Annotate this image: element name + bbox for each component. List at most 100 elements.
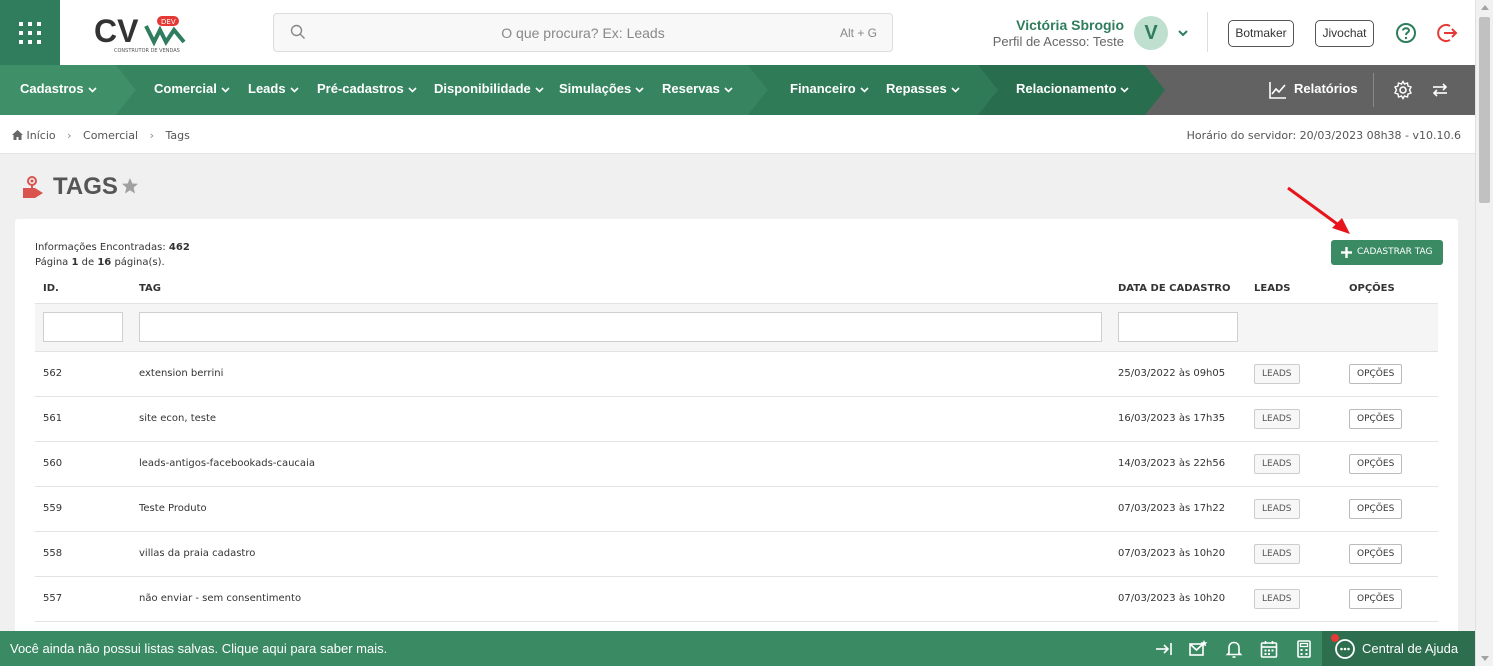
search-placeholder: O que procura? Ex: Leads <box>501 25 665 41</box>
nav-relatorios[interactable]: Relatórios <box>1294 81 1358 96</box>
results-info: Informações Encontradas: 462 Página 1 de… <box>35 242 190 268</box>
swap-icon[interactable] <box>1430 80 1450 100</box>
tags-panel: Informações Encontradas: 462 Página 1 de… <box>15 219 1458 639</box>
bell-icon[interactable] <box>1224 639 1244 659</box>
gear-icon[interactable] <box>1393 80 1413 100</box>
user-profile: Perfil de Acesso: Teste <box>992 34 1124 49</box>
notification-dot <box>1331 634 1339 642</box>
options-button[interactable]: OPÇÕES <box>1349 363 1403 384</box>
leads-button[interactable]: LEADS <box>1254 498 1300 519</box>
cell-date: 07/03/2023 às 10h20 <box>1110 576 1246 622</box>
nav-reservas[interactable]: Reservas <box>662 81 733 96</box>
breadcrumb-home[interactable]: Início <box>27 129 56 142</box>
botmaker-button[interactable]: Botmaker <box>1228 20 1294 47</box>
nav-simulacoes[interactable]: Simulações <box>559 81 644 96</box>
chevron-right-icon: › <box>67 129 72 142</box>
breadcrumb: Início › Comercial › Tags <box>12 129 190 142</box>
calculator-icon[interactable] <box>1294 639 1314 659</box>
svg-text:CV: CV <box>94 13 139 49</box>
page-scrollbar[interactable] <box>1475 0 1493 666</box>
column-header-tag[interactable]: TAG <box>131 274 1110 304</box>
cell-id: 561 <box>35 396 131 442</box>
nav-relacionamento[interactable]: Relacionamento <box>1016 81 1129 96</box>
cell-date: 07/03/2023 às 10h20 <box>1110 531 1246 577</box>
cell-id: 559 <box>35 486 131 532</box>
chevron-right-icon: › <box>149 129 154 142</box>
cell-date: 25/03/2022 às 09h05 <box>1110 351 1246 397</box>
options-button[interactable]: OPÇÕES <box>1349 498 1403 519</box>
nav-leads[interactable]: Leads <box>248 81 299 96</box>
page-title: TAGS <box>53 173 118 200</box>
global-search[interactable]: O que procura? Ex: Leads Alt + G <box>273 13 893 52</box>
user-name[interactable]: Victória Sbrogio <box>1016 17 1124 33</box>
nav-comercial[interactable]: Comercial <box>154 81 230 96</box>
nav-pre-cadastros[interactable]: Pré-cadastros <box>317 81 417 96</box>
cell-id: 557 <box>35 576 131 622</box>
cell-id: 560 <box>35 441 131 487</box>
leads-button[interactable]: LEADS <box>1254 588 1300 609</box>
mail-star-icon[interactable] <box>1188 639 1208 659</box>
cv-logo[interactable]: CV DEV CONSTRUTOR DE VENDAS <box>94 12 189 56</box>
server-time: Horário do servidor: 20/03/2023 08h38 - … <box>1186 129 1461 142</box>
nav-cadastros[interactable]: Cadastros <box>20 81 97 96</box>
chevron-down-icon[interactable] <box>1176 26 1190 40</box>
logout-icon[interactable] <box>1437 22 1459 44</box>
options-button[interactable]: OPÇÕES <box>1349 543 1403 564</box>
help-icon[interactable] <box>1395 22 1417 44</box>
table-row: 557 não enviar - sem consentimento 07/03… <box>35 576 1438 622</box>
tags-page-icon <box>23 176 43 198</box>
help-center-button[interactable]: Central de Ajuda <box>1322 631 1475 666</box>
table-row: 558 villas da praia cadastro 07/03/2023 … <box>35 531 1438 577</box>
search-shortcut: Alt + G <box>839 26 877 40</box>
add-tag-button[interactable]: CADASTRAR TAG <box>1331 240 1443 265</box>
table-header-row: ID. TAG DATA DE CADASTRO LEADS OPÇÕES <box>35 274 1438 304</box>
star-icon[interactable] <box>121 177 139 195</box>
leads-button[interactable]: LEADS <box>1254 363 1300 384</box>
bottom-bar: Você ainda não possui listas salvas. Cli… <box>0 631 1475 666</box>
arrow-to-right-icon[interactable] <box>1154 639 1174 659</box>
jivochat-button[interactable]: Jivochat <box>1315 20 1374 47</box>
cell-date: 14/03/2023 às 22h56 <box>1110 441 1246 487</box>
cell-tag: Teste Produto <box>131 486 1110 532</box>
leads-button[interactable]: LEADS <box>1254 453 1300 474</box>
table-row: 562 extension berrini 25/03/2022 às 09h0… <box>35 351 1438 397</box>
cell-date: 16/03/2023 às 17h35 <box>1110 396 1246 442</box>
breadcrumb-comercial[interactable]: Comercial <box>83 129 138 142</box>
filter-tag-input[interactable] <box>139 312 1102 342</box>
filter-row <box>35 303 1438 352</box>
leads-button[interactable]: LEADS <box>1254 408 1300 429</box>
options-button[interactable]: OPÇÕES <box>1349 588 1403 609</box>
options-button[interactable]: OPÇÕES <box>1349 453 1403 474</box>
column-header-date[interactable]: DATA DE CADASTRO <box>1110 274 1246 304</box>
svg-text:CONSTRUTOR DE VENDAS: CONSTRUTOR DE VENDAS <box>114 48 180 54</box>
breadcrumb-bar: Início › Comercial › Tags Horário do ser… <box>0 115 1475 154</box>
scroll-up-arrow[interactable] <box>1481 5 1489 10</box>
nav-disponibilidade[interactable]: Disponibilidade <box>434 81 544 96</box>
calendar-icon[interactable] <box>1259 639 1279 659</box>
column-header-options: OPÇÕES <box>1341 274 1438 304</box>
options-button[interactable]: OPÇÕES <box>1349 408 1403 429</box>
header-divider <box>1207 12 1208 52</box>
tags-table: ID. TAG DATA DE CADASTRO LEADS OPÇÕES 56… <box>35 274 1438 622</box>
filter-id-input[interactable] <box>43 312 123 342</box>
saved-lists-message[interactable]: Você ainda não possui listas salvas. Cli… <box>10 641 387 656</box>
breadcrumb-tags: Tags <box>165 129 190 142</box>
results-count: 462 <box>168 242 190 253</box>
scroll-down-arrow[interactable] <box>1481 656 1489 661</box>
scroll-thumb[interactable] <box>1479 17 1490 203</box>
annotation-arrow <box>1287 186 1350 234</box>
nav-financeiro[interactable]: Financeiro <box>790 81 869 96</box>
cell-tag: site econ, teste <box>131 396 1110 442</box>
cell-tag: villas da praia cadastro <box>131 531 1110 577</box>
filter-date-input[interactable] <box>1118 312 1238 342</box>
chart-line-icon[interactable] <box>1268 80 1288 100</box>
cell-id: 562 <box>35 351 131 397</box>
nav-divider <box>1373 73 1374 107</box>
column-header-id[interactable]: ID. <box>35 274 131 304</box>
plus-icon <box>1341 247 1352 258</box>
leads-button[interactable]: LEADS <box>1254 543 1300 564</box>
table-row: 561 site econ, teste 16/03/2023 às 17h35… <box>35 396 1438 442</box>
avatar[interactable]: V <box>1134 16 1168 50</box>
apps-menu-button[interactable] <box>0 0 60 65</box>
nav-repasses[interactable]: Repasses <box>886 81 960 96</box>
